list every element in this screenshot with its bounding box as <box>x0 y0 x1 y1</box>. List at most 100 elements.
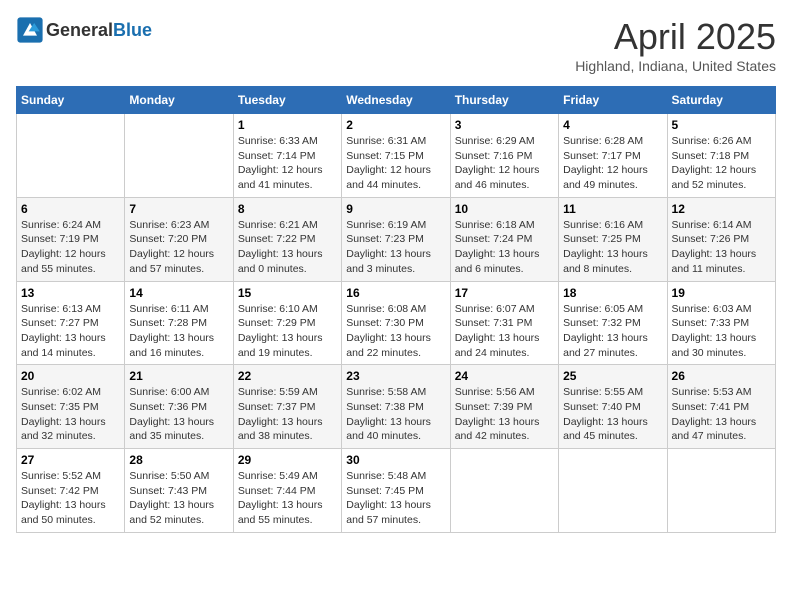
day-number: 1 <box>238 118 337 132</box>
day-info: Sunrise: 6:13 AMSunset: 7:27 PMDaylight:… <box>21 302 120 361</box>
day-info: Sunrise: 6:00 AMSunset: 7:36 PMDaylight:… <box>129 385 228 444</box>
day-number: 27 <box>21 453 120 467</box>
calendar-cell: 9 Sunrise: 6:19 AMSunset: 7:23 PMDaylight… <box>342 197 450 281</box>
calendar-cell: 8 Sunrise: 6:21 AMSunset: 7:22 PMDaylight… <box>233 197 341 281</box>
title-area: April 2025 Highland, Indiana, United Sta… <box>575 16 776 74</box>
day-number: 10 <box>455 202 554 216</box>
calendar-cell: 10 Sunrise: 6:18 AMSunset: 7:24 PMDayligh… <box>450 197 558 281</box>
day-info: Sunrise: 5:55 AMSunset: 7:40 PMDaylight:… <box>563 385 662 444</box>
day-number: 22 <box>238 369 337 383</box>
calendar-cell: 28 Sunrise: 5:50 AMSunset: 7:43 PMDayligh… <box>125 449 233 533</box>
day-info: Sunrise: 6:18 AMSunset: 7:24 PMDaylight:… <box>455 218 554 277</box>
day-number: 14 <box>129 286 228 300</box>
calendar-cell: 12 Sunrise: 6:14 AMSunset: 7:26 PMDayligh… <box>667 197 775 281</box>
day-info: Sunrise: 6:33 AMSunset: 7:14 PMDaylight:… <box>238 134 337 193</box>
day-number: 12 <box>672 202 771 216</box>
day-number: 11 <box>563 202 662 216</box>
day-number: 9 <box>346 202 445 216</box>
day-info: Sunrise: 5:52 AMSunset: 7:42 PMDaylight:… <box>21 469 120 528</box>
day-header-saturday: Saturday <box>667 87 775 114</box>
calendar-cell: 17 Sunrise: 6:07 AMSunset: 7:31 PMDayligh… <box>450 281 558 365</box>
day-info: Sunrise: 6:02 AMSunset: 7:35 PMDaylight:… <box>21 385 120 444</box>
day-header-friday: Friday <box>559 87 667 114</box>
day-number: 21 <box>129 369 228 383</box>
calendar-cell: 13 Sunrise: 6:13 AMSunset: 7:27 PMDayligh… <box>17 281 125 365</box>
day-number: 18 <box>563 286 662 300</box>
logo-text-blue: Blue <box>113 20 152 40</box>
day-info: Sunrise: 6:14 AMSunset: 7:26 PMDaylight:… <box>672 218 771 277</box>
calendar-cell: 18Sunrise: 6:05 AMSunset: 7:32 PMDayligh… <box>559 281 667 365</box>
day-number: 6 <box>21 202 120 216</box>
day-number: 13 <box>21 286 120 300</box>
day-info: Sunrise: 6:28 AMSunset: 7:17 PMDaylight:… <box>563 134 662 193</box>
calendar-week-5: 27 Sunrise: 5:52 AMSunset: 7:42 PMDayligh… <box>17 449 776 533</box>
day-info: Sunrise: 6:26 AMSunset: 7:18 PMDaylight:… <box>672 134 771 193</box>
day-info: Sunrise: 6:16 AMSunset: 7:25 PMDaylight:… <box>563 218 662 277</box>
calendar-cell: 6 Sunrise: 6:24 AMSunset: 7:19 PMDaylight… <box>17 197 125 281</box>
calendar-cell: 21 Sunrise: 6:00 AMSunset: 7:36 PMDayligh… <box>125 365 233 449</box>
day-number: 16 <box>346 286 445 300</box>
day-number: 19 <box>672 286 771 300</box>
calendar-header-row: SundayMondayTuesdayWednesdayThursdayFrid… <box>17 87 776 114</box>
calendar-cell: 30Sunrise: 5:48 AMSunset: 7:45 PMDayligh… <box>342 449 450 533</box>
calendar-cell <box>125 114 233 198</box>
day-info: Sunrise: 5:49 AMSunset: 7:44 PMDaylight:… <box>238 469 337 528</box>
calendar-week-2: 6 Sunrise: 6:24 AMSunset: 7:19 PMDaylight… <box>17 197 776 281</box>
logo-icon <box>16 16 44 44</box>
day-number: 25 <box>563 369 662 383</box>
day-number: 29 <box>238 453 337 467</box>
day-number: 3 <box>455 118 554 132</box>
calendar-body: 1 Sunrise: 6:33 AMSunset: 7:14 PMDaylight… <box>17 114 776 533</box>
day-info: Sunrise: 6:23 AMSunset: 7:20 PMDaylight:… <box>129 218 228 277</box>
day-header-wednesday: Wednesday <box>342 87 450 114</box>
day-header-sunday: Sunday <box>17 87 125 114</box>
day-number: 30 <box>346 453 445 467</box>
calendar-cell: 14 Sunrise: 6:11 AMSunset: 7:28 PMDayligh… <box>125 281 233 365</box>
calendar-cell: 19 Sunrise: 6:03 AMSunset: 7:33 PMDayligh… <box>667 281 775 365</box>
day-number: 23 <box>346 369 445 383</box>
day-info: Sunrise: 6:10 AMSunset: 7:29 PMDaylight:… <box>238 302 337 361</box>
day-number: 17 <box>455 286 554 300</box>
day-info: Sunrise: 6:24 AMSunset: 7:19 PMDaylight:… <box>21 218 120 277</box>
calendar-cell: 4Sunrise: 6:28 AMSunset: 7:17 PMDaylight… <box>559 114 667 198</box>
calendar-cell: 16 Sunrise: 6:08 AMSunset: 7:30 PMDayligh… <box>342 281 450 365</box>
day-info: Sunrise: 5:59 AMSunset: 7:37 PMDaylight:… <box>238 385 337 444</box>
day-number: 15 <box>238 286 337 300</box>
page-header: GeneralBlue April 2025 Highland, Indiana… <box>16 16 776 74</box>
day-number: 5 <box>672 118 771 132</box>
calendar-week-1: 1 Sunrise: 6:33 AMSunset: 7:14 PMDaylight… <box>17 114 776 198</box>
day-info: Sunrise: 6:03 AMSunset: 7:33 PMDaylight:… <box>672 302 771 361</box>
location-title: Highland, Indiana, United States <box>575 58 776 74</box>
day-info: Sunrise: 5:58 AMSunset: 7:38 PMDaylight:… <box>346 385 445 444</box>
day-info: Sunrise: 5:50 AMSunset: 7:43 PMDaylight:… <box>129 469 228 528</box>
calendar-cell: 22 Sunrise: 5:59 AMSunset: 7:37 PMDayligh… <box>233 365 341 449</box>
day-number: 20 <box>21 369 120 383</box>
calendar-cell: 7 Sunrise: 6:23 AMSunset: 7:20 PMDaylight… <box>125 197 233 281</box>
day-info: Sunrise: 6:29 AMSunset: 7:16 PMDaylight:… <box>455 134 554 193</box>
calendar-cell <box>450 449 558 533</box>
calendar-cell: 20 Sunrise: 6:02 AMSunset: 7:35 PMDayligh… <box>17 365 125 449</box>
day-number: 2 <box>346 118 445 132</box>
day-info: Sunrise: 6:08 AMSunset: 7:30 PMDaylight:… <box>346 302 445 361</box>
day-header-monday: Monday <box>125 87 233 114</box>
calendar-week-3: 13 Sunrise: 6:13 AMSunset: 7:27 PMDayligh… <box>17 281 776 365</box>
day-number: 24 <box>455 369 554 383</box>
day-info: Sunrise: 6:21 AMSunset: 7:22 PMDaylight:… <box>238 218 337 277</box>
day-info: Sunrise: 6:11 AMSunset: 7:28 PMDaylight:… <box>129 302 228 361</box>
calendar-cell <box>559 449 667 533</box>
day-number: 7 <box>129 202 228 216</box>
calendar-cell <box>17 114 125 198</box>
logo: GeneralBlue <box>16 16 152 44</box>
calendar-table: SundayMondayTuesdayWednesdayThursdayFrid… <box>16 86 776 533</box>
calendar-cell: 25 Sunrise: 5:55 AMSunset: 7:40 PMDayligh… <box>559 365 667 449</box>
calendar-week-4: 20 Sunrise: 6:02 AMSunset: 7:35 PMDayligh… <box>17 365 776 449</box>
calendar-cell: 15 Sunrise: 6:10 AMSunset: 7:29 PMDayligh… <box>233 281 341 365</box>
calendar-cell: 5 Sunrise: 6:26 AMSunset: 7:18 PMDaylight… <box>667 114 775 198</box>
day-info: Sunrise: 6:19 AMSunset: 7:23 PMDaylight:… <box>346 218 445 277</box>
day-header-tuesday: Tuesday <box>233 87 341 114</box>
day-info: Sunrise: 6:07 AMSunset: 7:31 PMDaylight:… <box>455 302 554 361</box>
day-number: 26 <box>672 369 771 383</box>
day-number: 28 <box>129 453 228 467</box>
calendar-cell: 11 Sunrise: 6:16 AMSunset: 7:25 PMDayligh… <box>559 197 667 281</box>
day-number: 8 <box>238 202 337 216</box>
